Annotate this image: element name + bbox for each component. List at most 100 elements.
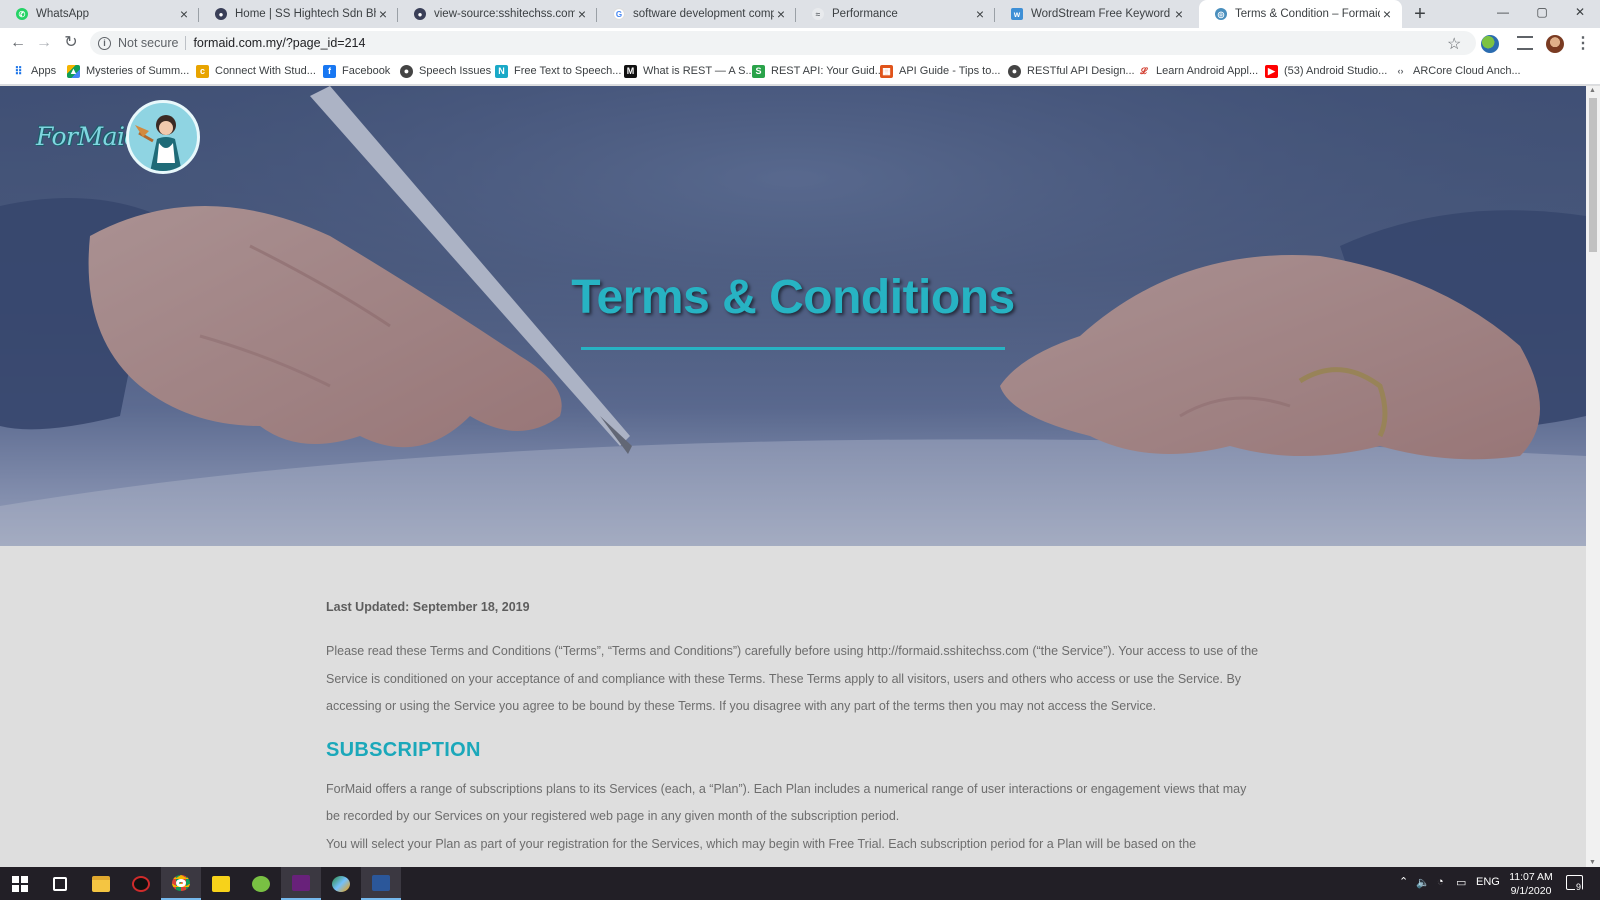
browser-tab-strip: ✆ WhatsApp × ● Home | SS Hightech Sdn Bh… xyxy=(0,0,1600,28)
youtube-icon: ▶ xyxy=(1265,64,1278,78)
android-studio-icon[interactable] xyxy=(241,867,281,900)
visual-studio-icon[interactable] xyxy=(281,867,321,900)
system-clock[interactable]: 11:07 AM 9/1/2020 xyxy=(1500,870,1562,898)
word-icon[interactable] xyxy=(361,867,401,900)
maximize-button[interactable]: ▢ xyxy=(1522,0,1562,26)
close-tab-icon[interactable]: × xyxy=(973,6,987,22)
photos-icon[interactable] xyxy=(321,867,361,900)
security-label: Not secure xyxy=(118,36,179,50)
folder-glyph xyxy=(92,875,110,892)
clock-time: 11:07 AM xyxy=(1509,871,1553,883)
windows-logo xyxy=(12,875,28,892)
close-tab-icon[interactable]: × xyxy=(177,6,191,22)
page-scrollbar[interactable]: ▲ ▼ xyxy=(1586,86,1600,867)
bookmark-label: REST API: Your Guid... xyxy=(771,65,884,77)
tab-wordstream[interactable]: w WordStream Free Keyword Tool × xyxy=(995,0,1194,28)
clock-date: 9/1/2020 xyxy=(1510,885,1552,897)
bookmark-mysteries[interactable]: ▲ Mysteries of Summ... xyxy=(67,63,189,79)
close-tab-icon[interactable]: × xyxy=(774,6,788,22)
bookmark-facebook[interactable]: f Facebook xyxy=(323,63,390,79)
bookmark-label: Free Text to Speech... xyxy=(514,65,622,77)
globe-icon: ● xyxy=(1008,64,1021,78)
page-title: Terms & Conditions xyxy=(571,271,1015,324)
info-icon[interactable]: i xyxy=(98,36,111,50)
code-icon: ‹› xyxy=(1394,64,1407,78)
file-explorer-icon[interactable] xyxy=(81,867,121,900)
whatsapp-icon: ✆ xyxy=(16,8,28,20)
back-button[interactable]: ← xyxy=(8,33,28,53)
wifi-icon[interactable]: ◔ xyxy=(1437,876,1444,888)
bookmark-connect-with-stud[interactable]: c Connect With Stud... xyxy=(196,63,316,79)
app-red-glyph xyxy=(132,875,150,892)
show-hidden-icons-icon[interactable]: ⌃ xyxy=(1399,875,1408,888)
volume-icon[interactable]: 🔈 xyxy=(1416,876,1430,889)
subscription-paragraph: ForMaid offers a range of subscriptions … xyxy=(326,781,1247,824)
omnibox-divider xyxy=(185,36,187,50)
forward-button[interactable]: → xyxy=(34,33,54,53)
tab-terms-condition-formaid[interactable]: ◎ Terms & Condition – Formaid × xyxy=(1199,0,1402,28)
maid-illustration xyxy=(135,115,182,171)
close-tab-icon[interactable]: × xyxy=(1172,6,1186,22)
tab-whatsapp[interactable]: ✆ WhatsApp × xyxy=(0,0,199,28)
minimize-button[interactable]: — xyxy=(1483,0,1523,26)
bookmark-label: RESTful API Design... xyxy=(1027,65,1135,77)
chrome-icon[interactable] xyxy=(161,867,201,900)
bookmark-api-guide-tips[interactable]: ▦ API Guide - Tips to... xyxy=(880,63,1001,79)
task-view-icon[interactable] xyxy=(40,867,80,900)
address-bar[interactable]: i Not secure formaid.com.my/?page_id=214 xyxy=(90,31,1476,55)
bookmark-apps[interactable]: ⠿ Apps xyxy=(12,63,56,79)
tab-title: Home | SS Hightech Sdn Bhd xyxy=(235,8,376,20)
close-window-button[interactable]: ✕ xyxy=(1560,0,1600,26)
bookmark-learn-android[interactable]: 𝓛 Learn Android Appl... xyxy=(1137,63,1258,79)
tab-google-search[interactable]: G software development company × xyxy=(597,0,796,28)
close-tab-icon[interactable]: × xyxy=(376,6,390,22)
bookmark-label: What is REST — A S... xyxy=(643,65,755,77)
intro-paragraph: Please read these Terms and Conditions (… xyxy=(326,644,1259,713)
sticky-notes-icon[interactable] xyxy=(201,867,241,900)
api-icon: ▦ xyxy=(880,64,893,78)
url-text[interactable]: formaid.com.my/?page_id=214 xyxy=(193,36,365,50)
new-tab-button[interactable]: + xyxy=(1410,3,1430,26)
tab-home-ss-hightech[interactable]: ● Home | SS Hightech Sdn Bhd × xyxy=(199,0,398,28)
bookmark-rest-api-guide[interactable]: S REST API: Your Guid... xyxy=(752,63,884,79)
media-control-icon[interactable] xyxy=(1517,36,1533,50)
chrome-glyph xyxy=(172,874,190,891)
bookmark-star-icon[interactable]: ☆ xyxy=(1447,34,1461,54)
formaid-logo[interactable]: ForMaid xyxy=(36,100,206,178)
photos-glyph xyxy=(332,875,350,892)
bookmark-label: Speech Issues xyxy=(419,65,492,77)
bookmark-android-studio-video[interactable]: ▶ (53) Android Studio... xyxy=(1265,63,1387,79)
wordstream-icon: w xyxy=(1011,8,1023,20)
tab-title: software development company xyxy=(633,8,774,20)
bookmark-arcore-cloud[interactable]: ‹› ARCore Cloud Anch... xyxy=(1394,63,1521,79)
battery-icon[interactable]: ▭ xyxy=(1456,876,1466,889)
tab-view-source[interactable]: ● view-source:sshitechss.com/inde × xyxy=(398,0,597,28)
web-page: ForMaid Terms & Conditions Last Updated:… xyxy=(0,86,1586,867)
profile-avatar[interactable] xyxy=(1546,35,1564,53)
app-red-icon[interactable] xyxy=(121,867,161,900)
scroll-up-arrow-icon[interactable]: ▲ xyxy=(1589,87,1596,94)
c-icon: c xyxy=(196,64,209,78)
close-tab-icon[interactable]: × xyxy=(575,6,589,22)
extension-icon[interactable] xyxy=(1481,35,1499,53)
subscription-paragraph-2: You will select your Plan as part of you… xyxy=(326,836,1197,851)
bookmark-label: Connect With Stud... xyxy=(215,65,316,77)
performance-icon: ≈ xyxy=(812,8,824,20)
scrollbar-thumb[interactable] xyxy=(1589,98,1597,252)
close-tab-icon[interactable]: × xyxy=(1380,6,1394,22)
bookmark-label: API Guide - Tips to... xyxy=(899,65,1001,77)
hero-banner: ForMaid Terms & Conditions xyxy=(0,86,1586,546)
browser-menu-icon[interactable]: ⋮ xyxy=(1575,33,1591,53)
language-indicator[interactable]: ENG xyxy=(1476,876,1500,888)
scroll-down-arrow-icon[interactable]: ▼ xyxy=(1589,859,1596,866)
bookmark-free-text-to-speech[interactable]: N Free Text to Speech... xyxy=(495,63,621,79)
facebook-icon: f xyxy=(323,64,336,78)
bookmark-restful-api-design[interactable]: ● RESTful API Design... xyxy=(1008,63,1135,79)
tab-performance[interactable]: ≈ Performance × xyxy=(796,0,995,28)
bookmarks-bar: ⠿ Apps ▲ Mysteries of Summ... c Connect Wit… xyxy=(0,58,1600,135)
bookmark-what-is-rest[interactable]: M What is REST — A S... xyxy=(624,63,755,79)
bookmark-speech-issues[interactable]: ● Speech Issues xyxy=(400,63,491,79)
reload-button[interactable]: ↻ xyxy=(61,33,81,53)
windows-start-icon[interactable] xyxy=(0,867,40,900)
tab-title: Terms & Condition – Formaid xyxy=(1235,8,1380,20)
